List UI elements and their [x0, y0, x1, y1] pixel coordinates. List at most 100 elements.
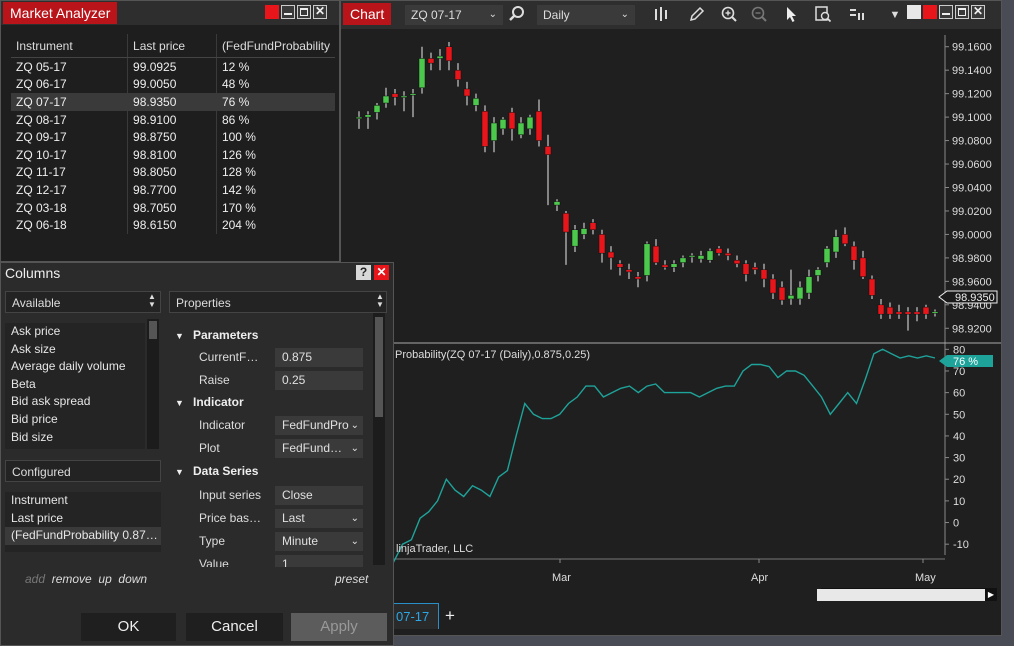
- plot-select[interactable]: FedFund… ⌄: [275, 439, 363, 458]
- available-item[interactable]: Bid ask spread: [5, 393, 145, 411]
- interval-selector[interactable]: Daily ⌄: [537, 5, 635, 25]
- category-data-series[interactable]: ▼ Data Series: [169, 461, 258, 481]
- available-item[interactable]: Bid size: [5, 429, 145, 447]
- table-cell-last: 98.7050: [127, 198, 217, 217]
- category-indicator[interactable]: ▼ Indicator: [169, 392, 244, 412]
- available-item[interactable]: Ask price: [5, 323, 145, 341]
- table-row[interactable]: ZQ 03-18 98.7050 170 %: [11, 198, 335, 217]
- search-icon[interactable]: [507, 5, 527, 25]
- table-cell-last: 98.8750: [127, 128, 217, 146]
- chart-title[interactable]: Chart: [343, 3, 392, 25]
- remove-link[interactable]: remove: [52, 572, 92, 586]
- table-row[interactable]: ZQ 06-18 98.6150 204 %: [11, 216, 335, 234]
- cancel-button[interactable]: Cancel: [186, 613, 283, 641]
- up-link[interactable]: up: [98, 572, 111, 586]
- scroll-right-icon[interactable]: ▶: [985, 589, 997, 601]
- prop-input-series: Input series Close: [169, 484, 369, 506]
- minimize-icon[interactable]: [281, 5, 295, 19]
- price-tick-label: 99.0600: [952, 159, 992, 171]
- type-select[interactable]: Minute ⌄: [275, 532, 363, 551]
- color-swatch-icon[interactable]: [265, 5, 279, 19]
- time-tick-label: Apr: [751, 572, 768, 584]
- zoom-out-icon[interactable]: [749, 5, 769, 25]
- configured-item[interactable]: Instrument: [5, 492, 161, 510]
- table-row[interactable]: ZQ 08-17 98.9100 86 %: [11, 110, 335, 129]
- price-tick-label: 99.1000: [952, 112, 992, 124]
- pointer-icon[interactable]: [781, 5, 801, 25]
- minimize-icon[interactable]: [939, 5, 953, 19]
- prop-label: Type: [199, 534, 226, 548]
- expand-triangle-icon: ▼: [175, 331, 184, 341]
- configured-item[interactable]: Last price: [5, 510, 161, 528]
- close-icon[interactable]: [313, 4, 327, 19]
- add-link[interactable]: add: [25, 572, 45, 586]
- table-row[interactable]: ZQ 09-17 98.8750 100 %: [11, 128, 335, 146]
- price-tick-label: 99.1200: [952, 89, 992, 101]
- color-swatch-icon[interactable]: [907, 5, 921, 19]
- chart-plot[interactable]: 99.1600 99.1400 99.1200 99.1000 99.0800 99.06…: [347, 35, 1001, 591]
- available-scrollbar[interactable]: [147, 319, 159, 449]
- category-label: Parameters: [193, 328, 259, 342]
- column-header-instrument[interactable]: Instrument: [11, 34, 128, 58]
- data-box-icon[interactable]: [813, 5, 833, 25]
- ok-button[interactable]: OK: [81, 613, 176, 641]
- category-parameters[interactable]: ▼ Parameters: [169, 325, 258, 345]
- current-field[interactable]: 0.875: [275, 348, 363, 367]
- properties-icon[interactable]: [847, 5, 867, 25]
- chevron-down-icon: ⌄: [488, 9, 497, 20]
- close-icon[interactable]: ✕: [374, 265, 389, 280]
- down-link[interactable]: down: [118, 572, 147, 586]
- value-field[interactable]: 1: [275, 555, 363, 567]
- configured-item[interactable]: (FedFundProbability 0.87…: [5, 527, 161, 545]
- input-series-field[interactable]: Close: [275, 486, 363, 505]
- available-item[interactable]: Average daily volume: [5, 358, 145, 376]
- maximize-icon[interactable]: [297, 5, 311, 19]
- help-button[interactable]: ?: [356, 265, 371, 280]
- table-row[interactable]: ZQ 10-17 98.8100 126 %: [11, 145, 335, 164]
- time-tick-label: May: [915, 572, 936, 584]
- chevron-down-icon: ⌄: [620, 9, 629, 20]
- raise-field[interactable]: 0.25: [275, 371, 363, 390]
- price-based-select[interactable]: Last ⌄: [275, 509, 363, 528]
- table-cell-last: 98.9100: [127, 110, 217, 129]
- horizontal-scrollbar[interactable]: [817, 589, 989, 601]
- add-tab-button[interactable]: +: [445, 605, 455, 627]
- market-analyzer-grid: Instrument Last price (FedFundProbabilit…: [11, 34, 335, 234]
- select-value: Minute: [282, 534, 319, 548]
- zoom-in-icon[interactable]: [719, 5, 739, 25]
- preset-link[interactable]: preset: [335, 572, 368, 586]
- instrument-selector[interactable]: ZQ 07-17 ⌄: [405, 5, 503, 25]
- interval-value: Daily: [543, 8, 570, 22]
- table-row[interactable]: ZQ 05-17 99.0925 12 %: [11, 57, 335, 76]
- available-item[interactable]: Ask size: [5, 341, 145, 359]
- market-analyzer-titlebar[interactable]: Market Analyzer: [1, 1, 339, 25]
- indicator-marker-text: 76 %: [953, 356, 978, 368]
- dropdown-arrow-icon[interactable]: ▼: [885, 5, 905, 25]
- color-swatch-icon[interactable]: [923, 5, 937, 19]
- price-panel: 99.1600 99.1400 99.1200 99.1000 99.0800 99.06…: [347, 35, 1001, 591]
- available-item[interactable]: Bid price: [5, 411, 145, 429]
- maximize-icon[interactable]: [955, 5, 969, 19]
- scroll-up-icon[interactable]: ▲ ▼: [148, 293, 156, 309]
- bar-type-icon[interactable]: [651, 5, 671, 25]
- properties-scrollbar[interactable]: [373, 313, 385, 565]
- market-analyzer-title[interactable]: Market Analyzer: [3, 2, 118, 24]
- properties-header: Properties: [169, 291, 387, 313]
- table-row[interactable]: ZQ 07-17 98.9350 76 %: [11, 93, 335, 111]
- price-tick-label: 98.9200: [952, 323, 992, 335]
- pencil-icon[interactable]: [687, 5, 707, 25]
- column-header-probability[interactable]: (FedFundProbability: [215, 34, 335, 58]
- apply-button[interactable]: Apply: [291, 613, 387, 641]
- close-icon[interactable]: [971, 4, 985, 19]
- table-row[interactable]: ZQ 06-17 99.0050 48 %: [11, 75, 335, 94]
- indicator-select[interactable]: FedFundPro ⌄: [275, 416, 363, 435]
- table-cell-last: 99.0050: [127, 75, 217, 94]
- table-row[interactable]: ZQ 11-17 98.8050 128 %: [11, 163, 335, 182]
- prop-value: Value 1: [169, 553, 369, 567]
- table-row[interactable]: ZQ 12-17 98.7700 142 %: [11, 181, 335, 199]
- scroll-up-icon[interactable]: ▲ ▼: [376, 293, 384, 309]
- tab-zq-07-17[interactable]: 07-17: [391, 603, 439, 629]
- available-item[interactable]: Beta: [5, 376, 145, 394]
- table-cell-last: 98.9350: [127, 93, 217, 111]
- column-header-last-price[interactable]: Last price: [127, 34, 217, 58]
